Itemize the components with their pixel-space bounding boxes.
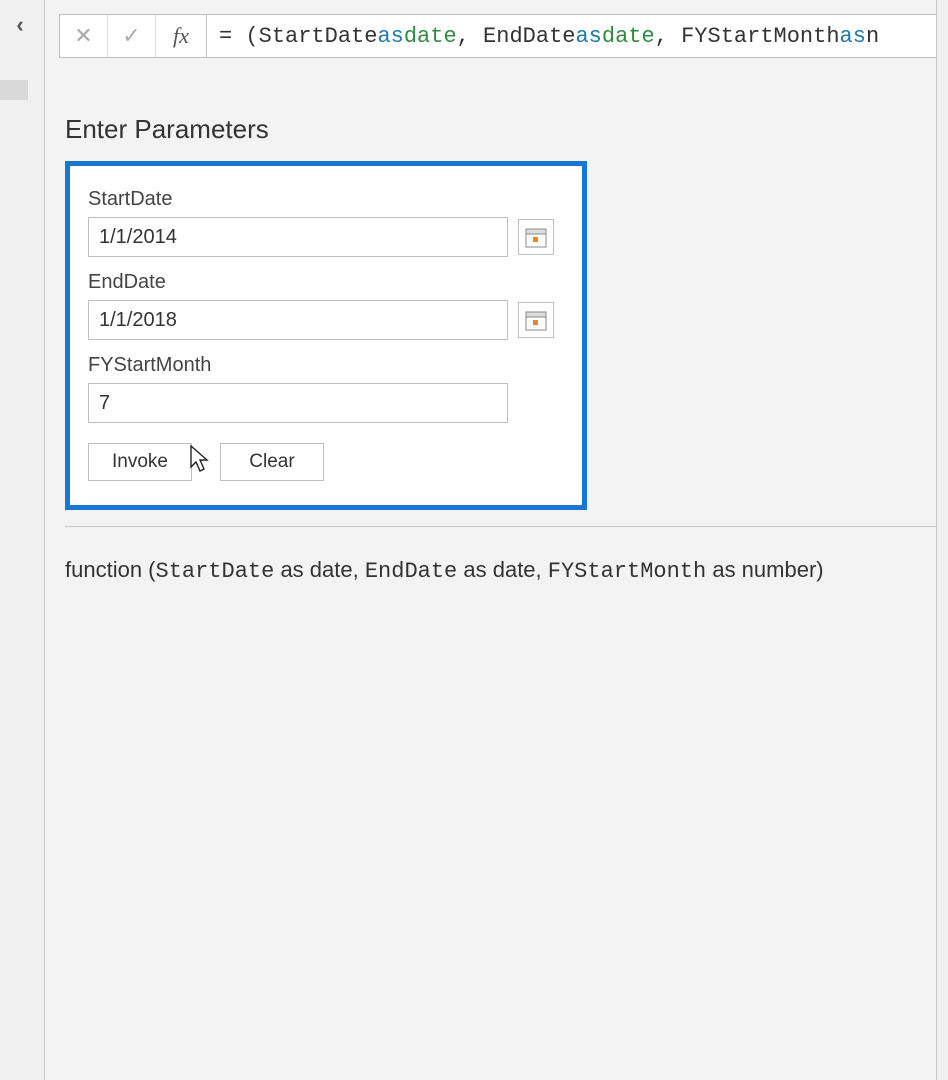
collapsed-sidebar-tab[interactable] [0, 80, 28, 100]
sig-param: StartDate [156, 559, 275, 584]
startdate-datepicker-button[interactable] [518, 219, 554, 255]
content-area: Enter Parameters StartDate EndDate [45, 74, 948, 584]
fystartmonth-label: FYStartMonth [88, 354, 564, 377]
calendar-icon [525, 309, 547, 331]
sig-text: function ( [65, 557, 156, 582]
parameters-title: Enter Parameters [65, 114, 948, 145]
formula-token: date [404, 24, 457, 49]
fystartmonth-input[interactable] [88, 383, 508, 423]
formula-bar: ✕ ✓ fx = (StartDate as date , EndDate as… [45, 0, 948, 74]
mouse-cursor-icon [190, 445, 212, 475]
confirm-formula-button[interactable]: ✓ [108, 15, 156, 57]
parameter-buttons: Invoke Clear [88, 443, 564, 481]
formula-token: = (StartDate [219, 24, 377, 49]
collapse-panel-button[interactable]: ‹ [0, 0, 40, 50]
sig-text: as number) [706, 557, 823, 582]
parameters-box: StartDate EndDate [65, 161, 587, 510]
sig-text: as date, [457, 557, 548, 582]
cancel-formula-button[interactable]: ✕ [60, 15, 108, 57]
fystartmonth-row [88, 383, 564, 423]
formula-token: as [840, 24, 866, 49]
left-panel: ‹ [0, 0, 40, 1080]
fx-label: fx [156, 15, 206, 57]
x-icon: ✕ [74, 23, 92, 49]
right-edge-panel [936, 0, 948, 1080]
formula-bar-controls: ✕ ✓ fx [59, 14, 207, 58]
main-area: ✕ ✓ fx = (StartDate as date , EndDate as… [44, 0, 948, 1080]
chevron-left-icon: ‹ [16, 12, 23, 38]
formula-token: , EndDate [457, 24, 576, 49]
sig-param: FYStartMonth [548, 559, 706, 584]
clear-button[interactable]: Clear [220, 443, 324, 481]
enddate-input[interactable] [88, 300, 508, 340]
enddate-label: EndDate [88, 271, 564, 294]
enddate-datepicker-button[interactable] [518, 302, 554, 338]
formula-token: as [575, 24, 601, 49]
formula-token: n [866, 24, 879, 49]
startdate-label: StartDate [88, 188, 564, 211]
formula-token: , FYStartMonth [655, 24, 840, 49]
function-signature: function (StartDate as date, EndDate as … [65, 557, 948, 584]
sig-param: EndDate [365, 559, 457, 584]
sig-text: as date, [274, 557, 365, 582]
startdate-input[interactable] [88, 217, 508, 257]
calendar-icon [525, 226, 547, 248]
check-icon: ✓ [122, 23, 140, 49]
formula-token: as [377, 24, 403, 49]
divider [65, 526, 948, 527]
formula-input[interactable]: = (StartDate as date , EndDate as date ,… [207, 14, 948, 58]
invoke-button[interactable]: Invoke [88, 443, 192, 481]
startdate-row [88, 217, 564, 257]
enddate-row [88, 300, 564, 340]
formula-token: date [602, 24, 655, 49]
